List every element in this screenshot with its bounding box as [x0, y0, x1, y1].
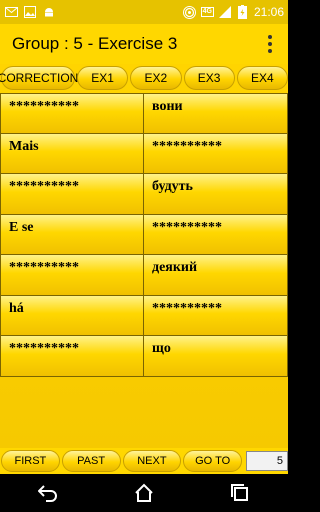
word-cell-left[interactable]: há — [0, 295, 144, 335]
table-row: ********** будуть — [0, 174, 288, 215]
tab-ex3[interactable]: EX3 — [183, 66, 235, 90]
page-number-input[interactable] — [246, 451, 288, 471]
network-type-badge: 4G — [200, 7, 214, 17]
status-time: 21:06 — [253, 5, 284, 19]
status-bar: 4G 21:06 — [0, 0, 288, 24]
table-row: Mais ********** — [0, 133, 288, 174]
word-cell-left[interactable]: Mais — [0, 133, 144, 173]
word-cell-right[interactable]: деякий — [144, 255, 288, 295]
word-cell-right[interactable]: вони — [144, 94, 288, 133]
pager-bar: FIRST PAST NEXT GO TO — [0, 448, 288, 474]
word-cell-right[interactable]: будуть — [144, 174, 288, 214]
more-vert-icon[interactable] — [260, 34, 280, 54]
word-cell-left[interactable]: ********** — [0, 174, 144, 214]
page-title: Group : 5 - Exercise 3 — [12, 34, 178, 53]
android-icon — [42, 5, 56, 19]
hotspot-icon — [183, 5, 197, 19]
table-row: ********** вони — [0, 93, 288, 134]
word-cell-left[interactable]: E se — [0, 214, 144, 254]
past-button[interactable]: PAST — [61, 450, 121, 472]
tab-ex2[interactable]: EX2 — [130, 66, 182, 90]
tab-ex1[interactable]: EX1 — [77, 66, 129, 90]
goto-button[interactable]: GO TO — [183, 450, 242, 472]
tab-ex4[interactable]: EX4 — [236, 66, 288, 90]
back-icon[interactable] — [33, 478, 63, 508]
first-button[interactable]: FIRST — [1, 450, 60, 472]
home-icon[interactable] — [129, 478, 159, 508]
word-cell-left[interactable]: ********** — [0, 94, 144, 133]
word-grid: ********** вони Mais ********** ********… — [0, 93, 288, 377]
table-row: ********** що — [0, 336, 288, 377]
word-cell-right[interactable]: ********** — [144, 133, 288, 173]
signal-icon — [218, 5, 232, 19]
image-icon — [23, 5, 37, 19]
recent-apps-icon[interactable] — [225, 478, 255, 508]
exercise-tabs: CORRECTION EX1 EX2 EX3 EX4 — [0, 66, 288, 90]
table-row: há ********** — [0, 295, 288, 336]
word-cell-left[interactable]: ********** — [0, 255, 144, 295]
system-nav-bar — [0, 474, 288, 512]
tab-correction[interactable]: CORRECTION — [0, 66, 78, 90]
app-bar: Group : 5 - Exercise 3 — [0, 24, 288, 64]
table-row: ********** деякий — [0, 255, 288, 296]
word-cell-right[interactable]: ********** — [144, 214, 288, 254]
word-cell-right[interactable]: що — [144, 336, 288, 376]
table-row: E se ********** — [0, 214, 288, 255]
word-cell-right[interactable]: ********** — [144, 295, 288, 335]
main-content: CORRECTION EX1 EX2 EX3 EX4 ********** во… — [0, 64, 288, 448]
battery-icon — [236, 5, 250, 19]
next-button[interactable]: NEXT — [122, 450, 182, 472]
mail-icon — [4, 5, 18, 19]
word-cell-left[interactable]: ********** — [0, 336, 144, 376]
